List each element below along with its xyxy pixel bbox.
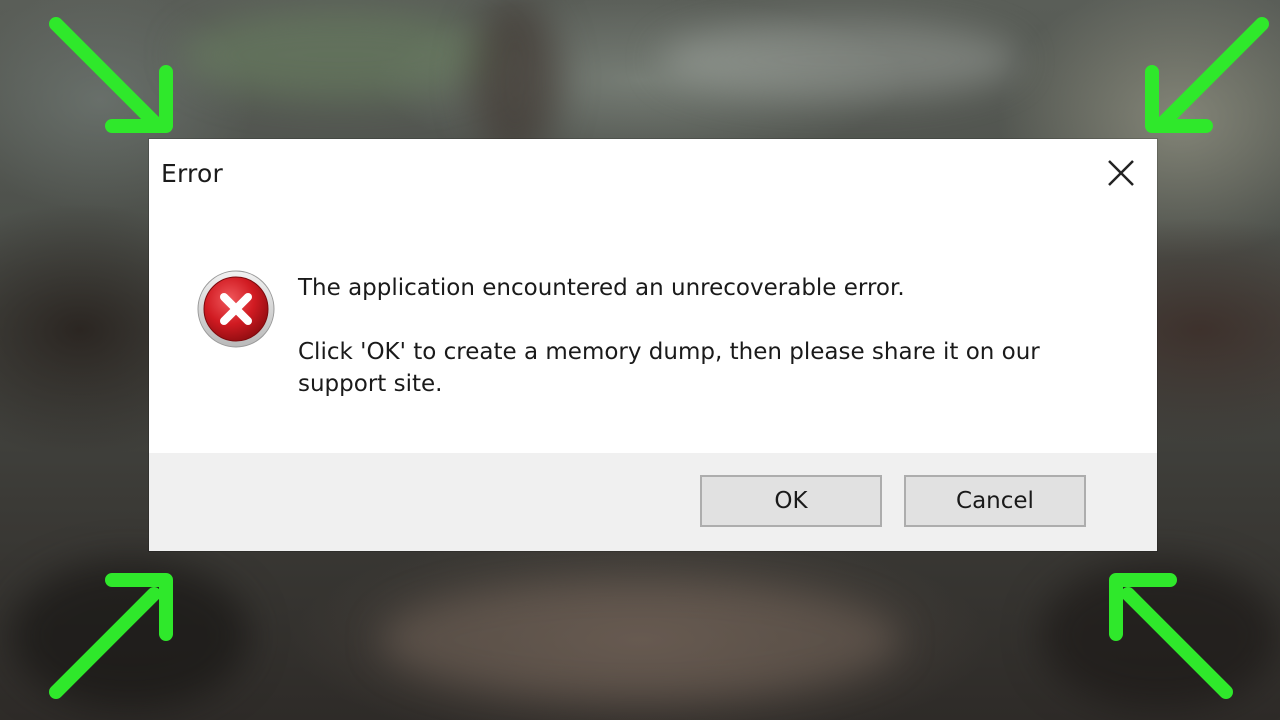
- dialog-footer: OK Cancel: [149, 453, 1157, 551]
- arrow-top-right-icon: [1145, 17, 1269, 133]
- error-dialog: Error The application encountered an unr…: [149, 139, 1157, 551]
- dialog-content: Error The application encountered an unr…: [149, 139, 1157, 453]
- arrow-bottom-left-icon: [49, 573, 173, 699]
- close-button[interactable]: [1103, 155, 1139, 191]
- error-icon: [197, 270, 275, 348]
- dialog-title: Error: [161, 159, 223, 188]
- error-message-primary: The application encountered an unrecover…: [298, 275, 905, 301]
- error-message-secondary: Click 'OK' to create a memory dump, then…: [298, 339, 1040, 397]
- close-icon: [1108, 160, 1134, 186]
- cancel-button[interactable]: Cancel: [904, 475, 1086, 527]
- arrow-top-left-icon: [49, 17, 173, 133]
- ok-button[interactable]: OK: [700, 475, 882, 527]
- arrow-bottom-right-icon: [1109, 573, 1233, 699]
